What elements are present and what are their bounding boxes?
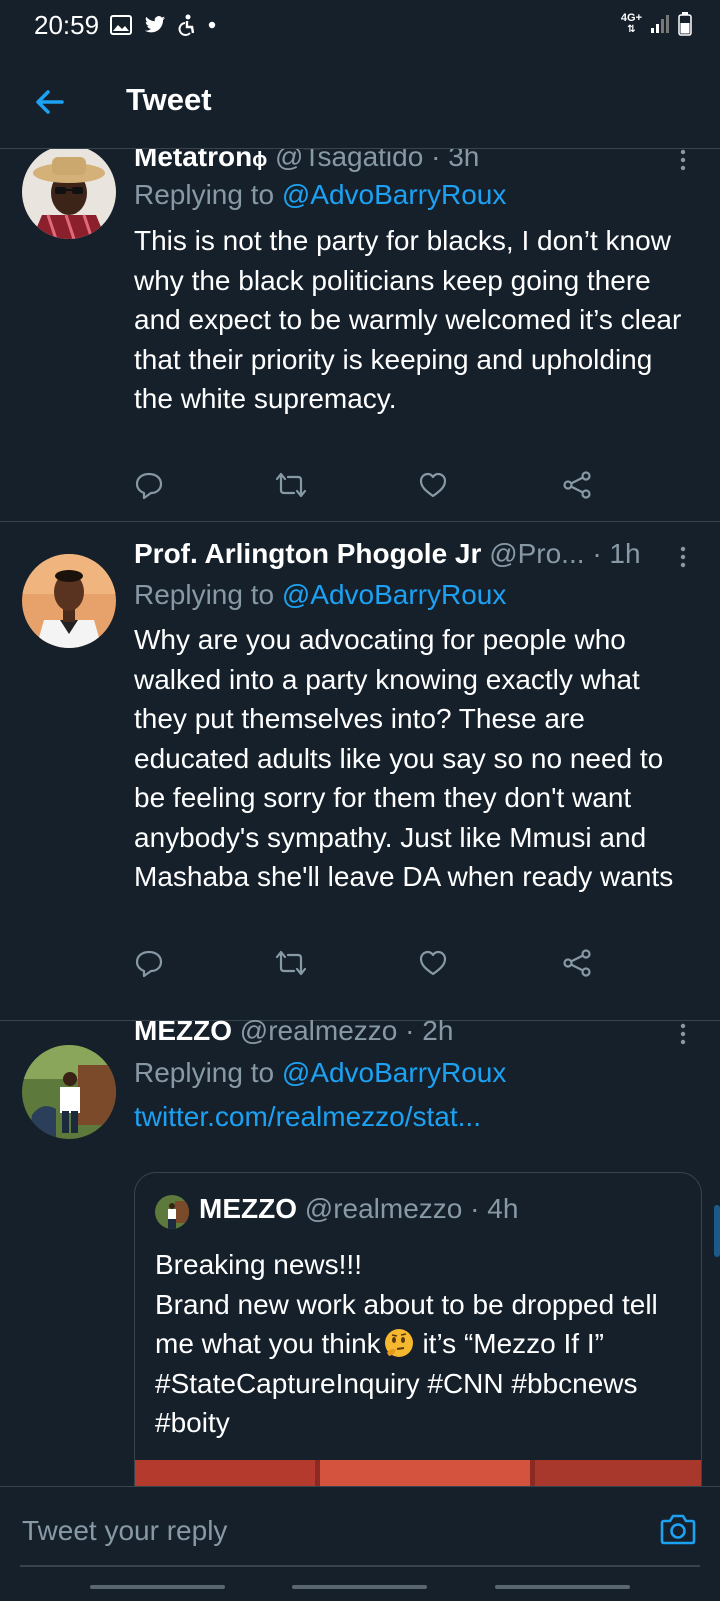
more-options-button[interactable] xyxy=(678,1023,688,1050)
input-divider xyxy=(20,1565,700,1567)
tweet-header: Prof. Arlington Phogole Jr @Pro... · 1h xyxy=(134,538,641,570)
like-icon xyxy=(419,472,447,498)
tweet-text: Why are you advocating for people who wa… xyxy=(134,624,674,892)
signal-icon xyxy=(651,15,669,33)
twitter-bird-icon xyxy=(144,16,166,33)
mention-link[interactable]: @AdvoBarryRoux xyxy=(282,579,507,610)
network-label: 4G+ ⇅ xyxy=(620,12,642,36)
like-icon xyxy=(419,950,447,976)
tweet-header: MEZZO @realmezzo · 2h xyxy=(134,1015,453,1047)
tweet-time[interactable]: 1h xyxy=(609,538,640,569)
replying-to: Replying to @AdvoBarryRoux xyxy=(134,1057,506,1089)
system-icons: 4G+ ⇅ xyxy=(621,12,692,36)
quoted-text-line: Breaking news!!! xyxy=(155,1249,362,1280)
author-name-suffix: ɸ xyxy=(252,149,268,171)
more-options-button[interactable] xyxy=(678,149,688,176)
accessibility-icon xyxy=(178,14,195,36)
arrow-left-icon xyxy=(36,90,64,114)
like-button[interactable] xyxy=(418,948,454,984)
camera-icon xyxy=(660,1514,696,1545)
tweet-actions xyxy=(134,470,614,506)
dot-icon xyxy=(208,21,216,29)
reply-button[interactable] xyxy=(134,948,170,984)
tweet-time[interactable]: 2h xyxy=(422,1015,453,1046)
more-vertical-icon xyxy=(680,546,686,568)
quoted-time: 4h xyxy=(487,1193,519,1224)
back-button[interactable] xyxy=(30,82,70,122)
tweet-actions xyxy=(134,948,614,984)
more-options-button[interactable] xyxy=(678,546,688,573)
quoted-avatar xyxy=(155,1195,189,1229)
retweet-button[interactable] xyxy=(274,948,310,984)
reply-icon xyxy=(135,950,163,978)
nav-gesture-bar[interactable] xyxy=(292,1585,427,1589)
more-vertical-icon xyxy=(680,149,686,171)
quoted-text: Breaking news!!! Brand new work about to… xyxy=(155,1245,685,1443)
quoted-author-handle: @realmezzo xyxy=(304,1193,463,1224)
quoted-author-name: MEZZO xyxy=(199,1193,297,1224)
mention-link[interactable]: @AdvoBarryRoux xyxy=(282,1057,507,1088)
network-type: 4G+ xyxy=(620,12,642,24)
scrollbar-thumb[interactable] xyxy=(714,1205,720,1257)
tweet[interactable]: Prof. Arlington Phogole Jr @Pro... · 1h … xyxy=(0,522,720,1021)
separator-dot: · xyxy=(592,538,602,569)
status-bar: 20:59 4G+ ⇅ xyxy=(0,0,720,52)
separator-dot: · xyxy=(470,1193,480,1224)
tweet-link[interactable]: twitter.com/realmezzo/stat... xyxy=(134,1101,481,1133)
camera-button[interactable] xyxy=(658,1509,698,1549)
reply-input[interactable]: Tweet your reply xyxy=(22,1515,227,1547)
author-handle[interactable]: @realmezzo xyxy=(240,1015,398,1046)
reply-composer: Tweet your reply xyxy=(0,1486,720,1601)
status-time: 20:59 xyxy=(34,10,100,40)
share-icon xyxy=(563,949,591,977)
reply-icon xyxy=(135,472,163,500)
author-name[interactable]: Prof. Arlington Phogole Jr xyxy=(134,538,481,569)
replying-to-label: Replying to xyxy=(134,579,282,610)
data-arrows-icon: ⇅ xyxy=(627,24,636,35)
avatar[interactable] xyxy=(22,554,116,648)
top-app-bar: Tweet xyxy=(0,52,720,149)
notification-icons xyxy=(110,14,216,36)
retweet-button[interactable] xyxy=(274,470,310,506)
quoted-header: MEZZO @realmezzo · 4h xyxy=(199,1193,518,1225)
separator-dot: · xyxy=(405,1015,415,1046)
replying-to: Replying to @AdvoBarryRoux xyxy=(134,579,506,611)
author-name[interactable]: MEZZO xyxy=(134,1015,232,1046)
mention-link[interactable]: @AdvoBarryRoux xyxy=(282,179,507,210)
quoted-tweet[interactable]: MEZZO @realmezzo · 4h Breaking news!!! B… xyxy=(134,1172,702,1514)
more-vertical-icon xyxy=(680,1023,686,1045)
nav-gesture-bar[interactable] xyxy=(495,1585,630,1589)
retweet-icon xyxy=(275,950,307,976)
tweet-text: This is not the party for blacks, I don’… xyxy=(134,225,682,414)
thinking-face-icon xyxy=(383,1327,415,1359)
page-title: Tweet xyxy=(126,82,212,117)
author-handle[interactable]: @Pro... xyxy=(489,538,584,569)
battery-icon xyxy=(678,12,692,36)
replying-to-label: Replying to xyxy=(134,179,282,210)
avatar[interactable] xyxy=(22,145,116,239)
share-button[interactable] xyxy=(562,948,598,984)
retweet-icon xyxy=(275,472,307,498)
gallery-icon xyxy=(110,15,132,35)
like-button[interactable] xyxy=(418,470,454,506)
avatar[interactable] xyxy=(22,1045,116,1139)
reply-button[interactable] xyxy=(134,470,170,506)
replying-to-label: Replying to xyxy=(134,1057,282,1088)
nav-gesture-bar[interactable] xyxy=(90,1585,225,1589)
tweet[interactable]: Metatronɸ @Tsagatido · 3h Replying to @A… xyxy=(0,141,720,522)
share-icon xyxy=(563,471,591,499)
replying-to: Replying to @AdvoBarryRoux xyxy=(134,179,506,211)
share-button[interactable] xyxy=(562,470,598,506)
quoted-text-line: Brand new work about to be dropped tell … xyxy=(155,1285,685,1443)
